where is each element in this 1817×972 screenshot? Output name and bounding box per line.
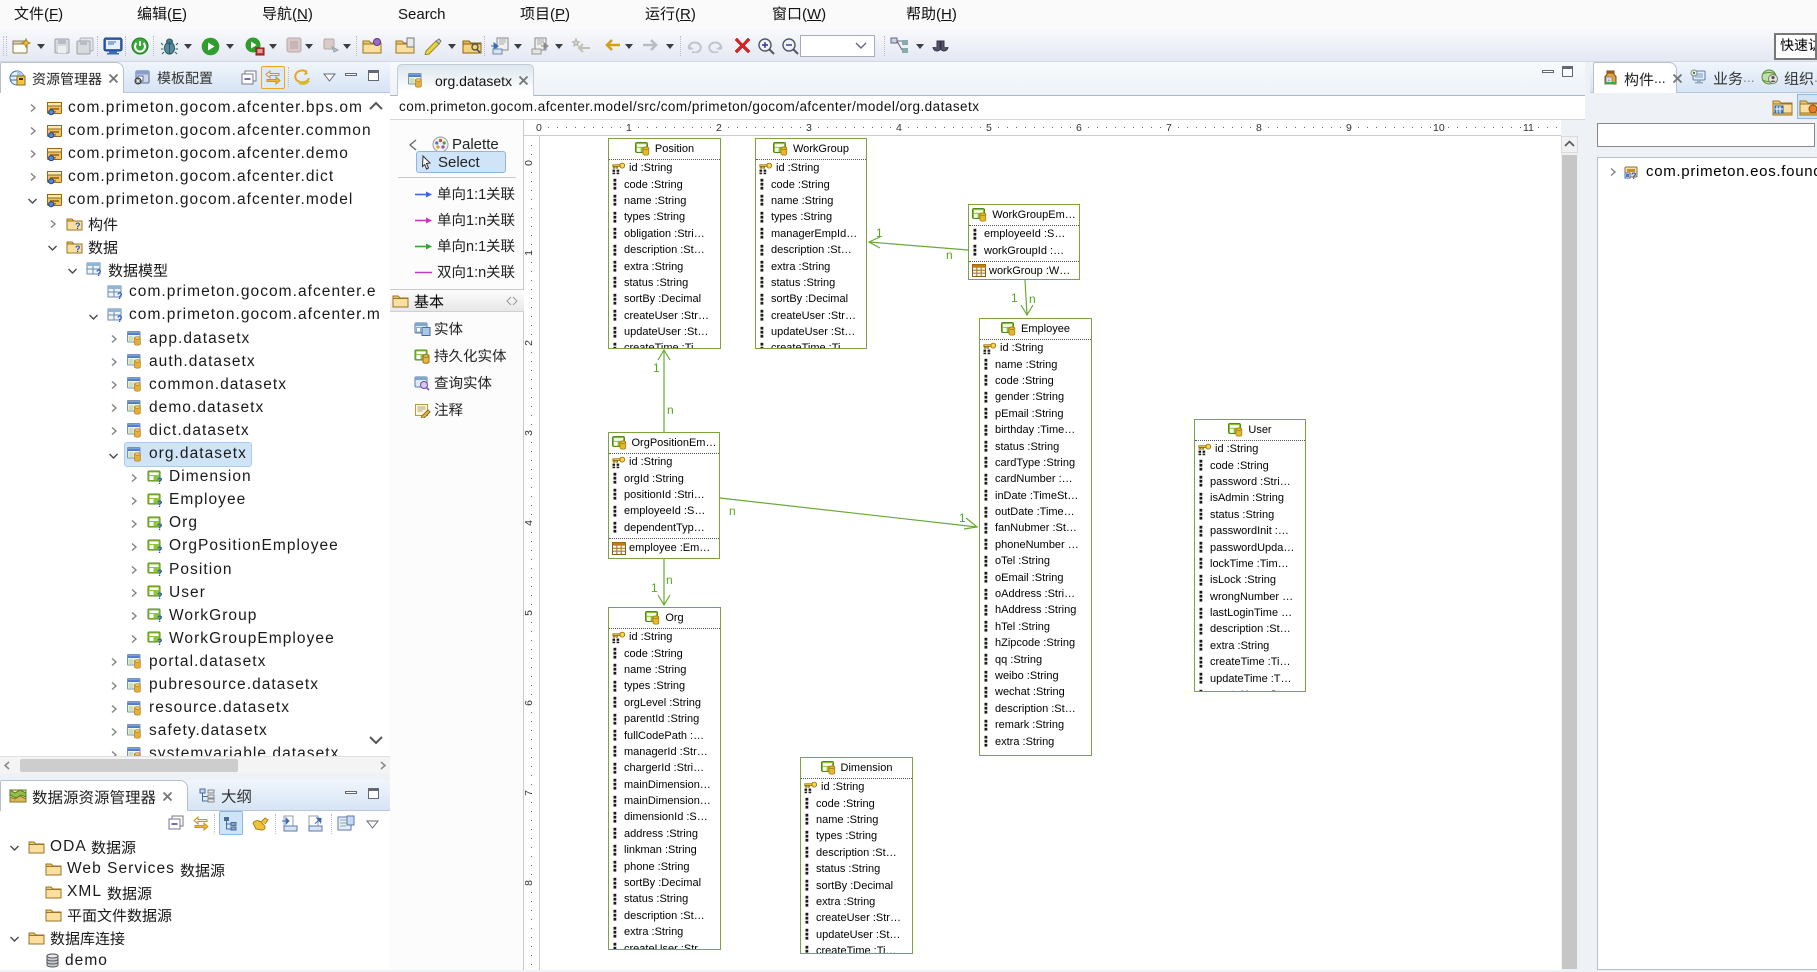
svg-text:?: ?	[75, 244, 81, 254]
svg-text:?: ?	[157, 591, 163, 600]
svg-text:?: ?	[157, 614, 163, 623]
svg-text:?: ?	[157, 522, 163, 531]
svg-text:?: ?	[1631, 171, 1637, 180]
svg-text:?: ?	[117, 314, 123, 323]
svg-text:?: ?	[157, 568, 163, 577]
svg-text:?: ?	[157, 545, 163, 554]
svg-text:?: ?	[117, 291, 123, 300]
svg-text:?: ?	[157, 637, 163, 646]
svg-text:?: ?	[157, 476, 163, 485]
svg-text:?: ?	[75, 221, 81, 231]
svg-text:?: ?	[96, 268, 102, 277]
svg-text:?: ?	[157, 499, 163, 508]
